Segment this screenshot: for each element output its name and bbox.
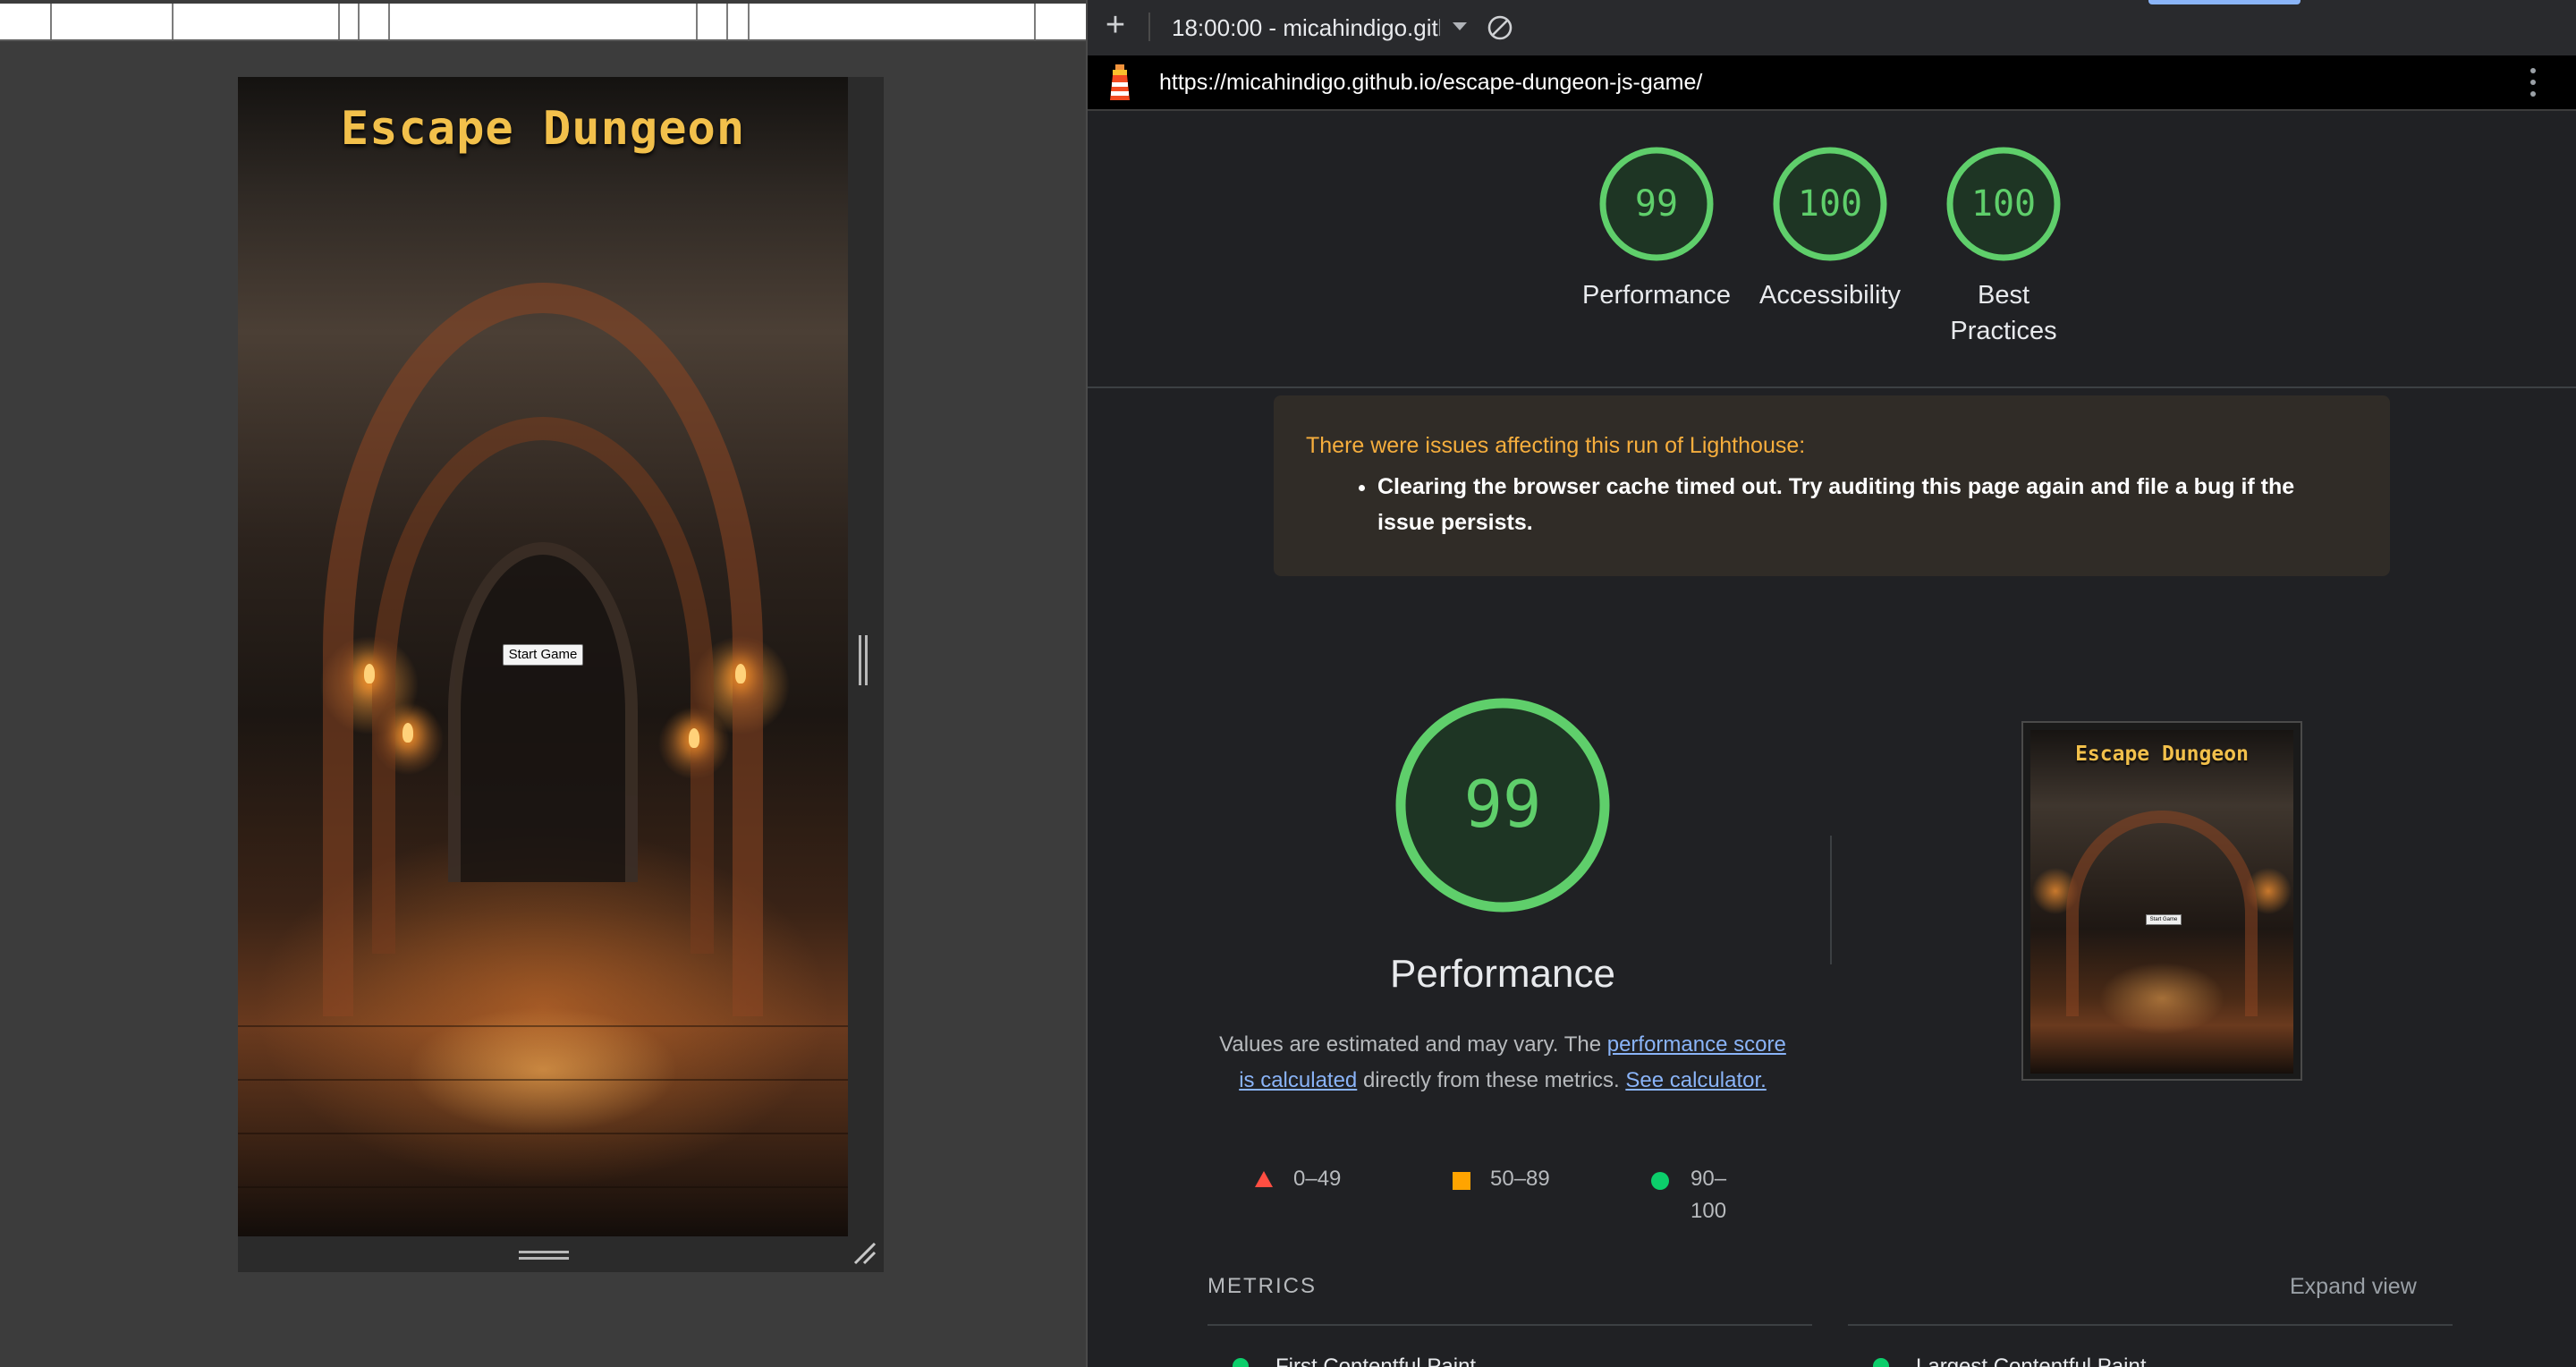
dungeon-door	[448, 542, 638, 882]
lighthouse-toolbar: + 18:00:00 - micahindigo.gitl	[1088, 0, 2576, 57]
ruler-tick	[726, 4, 728, 39]
performance-score-gauge: 99	[1395, 698, 1610, 913]
see-calculator-link[interactable]: See calculator.	[1625, 1068, 1766, 1092]
torch-flame	[689, 728, 699, 748]
performance-score: 99	[1464, 767, 1542, 842]
gauge-label-best-practices: Best Practices	[1950, 281, 2057, 345]
header-divider	[1088, 386, 2576, 388]
floor-line	[238, 1186, 848, 1188]
metric-name: First Contentful Paint	[1275, 1354, 1477, 1367]
pass-circle-icon	[1233, 1358, 1249, 1367]
pass-circle-icon	[1873, 1358, 1889, 1367]
desc-text: directly from these metrics.	[1357, 1068, 1626, 1092]
metric-largest-contentful-paint[interactable]: Largest Contentful Paint	[1873, 1353, 2410, 1367]
thumbnail-start-button: Start Game	[2146, 914, 2182, 925]
gauge-score: 100	[1971, 183, 2036, 225]
start-game-button[interactable]: Start Game	[503, 644, 583, 666]
report-url[interactable]: https://micahindigo.github.io/escape-dun…	[1159, 68, 1702, 97]
media-query-ruler[interactable]	[0, 4, 1086, 41]
toolbar-separator	[1148, 13, 1150, 41]
legend-range-average: 50–89	[1490, 1167, 1550, 1191]
width-resize-handle[interactable]	[859, 635, 869, 685]
torch-flame	[735, 664, 746, 684]
torch-flame	[402, 723, 413, 743]
ruler-tick	[748, 4, 750, 39]
gauge-label-accessibility: Accessibility	[1759, 281, 1901, 310]
report-url-bar: https://micahindigo.github.io/escape-dun…	[1088, 55, 2576, 111]
legend-range-fail: 0–49	[1293, 1167, 1342, 1191]
height-resize-handle[interactable]	[519, 1251, 569, 1263]
warning-item: Clearing the browser cache timed out. Tr…	[1377, 469, 2358, 540]
gauge-score: 100	[1798, 183, 1862, 225]
metric-first-contentful-paint[interactable]: First Contentful Paint	[1233, 1353, 1769, 1367]
active-tab-indicator	[2148, 0, 2301, 4]
metrics-rule	[1848, 1324, 2453, 1326]
gauge-score: 99	[1635, 183, 1678, 225]
floor-line	[238, 1079, 848, 1081]
torch-flame	[364, 664, 375, 684]
device-preview-pane: Escape Dungeon Start Game	[0, 0, 1086, 1367]
gauge-label-performance: Performance	[1581, 281, 1731, 310]
corner-resize-icon[interactable]	[852, 1240, 877, 1265]
average-square-icon	[1453, 1172, 1470, 1190]
warning-list: Clearing the browser cache timed out. Tr…	[1306, 469, 2358, 540]
section-separator	[1830, 836, 1832, 964]
expand-view-toggle[interactable]: Expand view	[2290, 1274, 2417, 1300]
dungeon-arch	[2066, 811, 2258, 1016]
lighthouse-logo-icon	[1110, 64, 1130, 100]
game-title: Escape Dungeon	[340, 102, 746, 156]
performance-description: Values are estimated and may vary. The p…	[1218, 1027, 1787, 1099]
thumbnail-title: Escape Dungeon	[2075, 743, 2249, 766]
score-legend: 0–49 50–89 90–100	[1254, 1163, 1755, 1223]
performance-gauge[interactable]: 99	[1599, 147, 1714, 261]
ruler-tick	[388, 4, 390, 39]
game-viewport: Escape Dungeon Start Game	[238, 77, 848, 1236]
metric-name: Largest Contentful Paint	[1916, 1354, 2147, 1367]
block-icon[interactable]	[1487, 14, 1513, 41]
report-selector[interactable]: 18:00:00 - micahindigo.gitl	[1172, 13, 1440, 43]
lighthouse-panel: + 18:00:00 - micahindigo.gitl https://mi…	[1088, 0, 2576, 1367]
floor-line	[238, 1025, 848, 1027]
final-screenshot-thumbnail[interactable]: Escape Dungeon Start Game	[2021, 721, 2302, 1081]
pass-circle-icon	[1651, 1172, 1669, 1190]
run-warnings-box: There were issues affecting this run of …	[1274, 395, 2390, 576]
ruler-tick	[358, 4, 360, 39]
ruler-tick	[172, 4, 174, 39]
best-practices-gauge[interactable]: 100	[1946, 147, 2061, 261]
ruler-tick	[50, 4, 52, 39]
metrics-rule	[1208, 1324, 1812, 1326]
desc-text: Values are estimated and may vary. The	[1219, 1032, 1607, 1057]
thumbnail-image: Escape Dungeon Start Game	[2030, 730, 2293, 1074]
ruler-tick	[696, 4, 698, 39]
accessibility-gauge[interactable]: 100	[1773, 147, 1887, 261]
ruler-tick	[338, 4, 340, 39]
fail-triangle-icon	[1255, 1171, 1273, 1187]
more-options-icon[interactable]	[2528, 68, 2538, 98]
metrics-heading: METRICS	[1208, 1274, 1317, 1298]
ruler-tick	[1034, 4, 1036, 39]
floor-line	[238, 1133, 848, 1134]
performance-title: Performance	[1390, 952, 1615, 996]
warning-title: There were issues affecting this run of …	[1306, 433, 1806, 458]
legend-range-pass: 90–100	[1690, 1167, 1727, 1223]
chevron-down-icon[interactable]	[1453, 22, 1467, 30]
plus-icon[interactable]: +	[1100, 8, 1131, 42]
